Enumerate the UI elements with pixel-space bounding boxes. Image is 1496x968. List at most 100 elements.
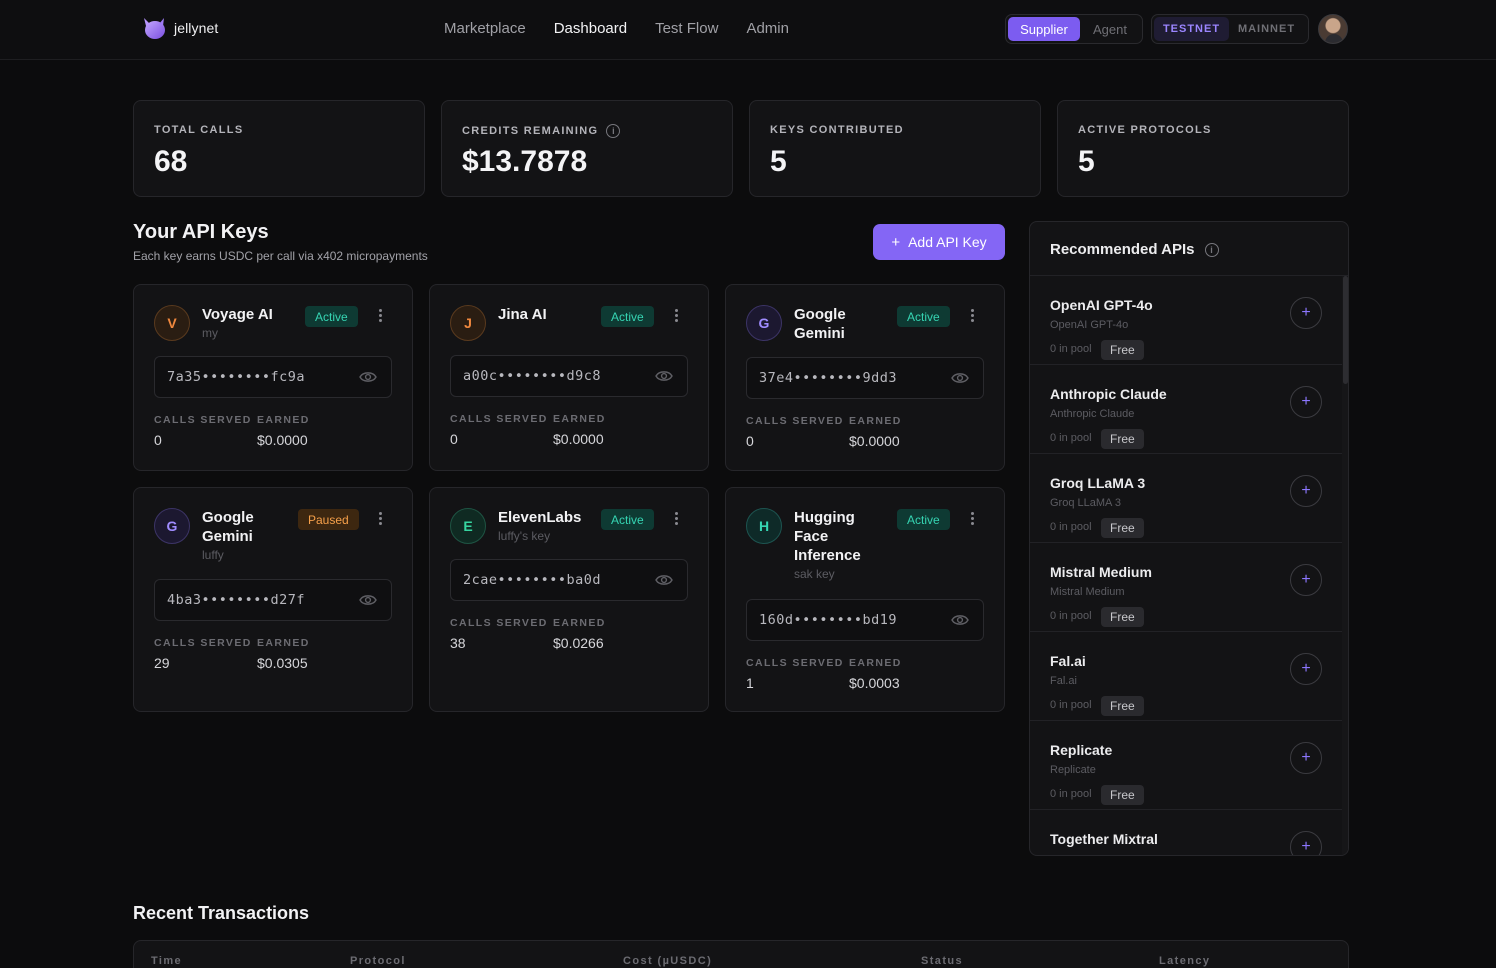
calls-served-label: CALLS SERVED — [746, 657, 844, 669]
price-badge: Free — [1101, 696, 1144, 716]
api-provider: Replicate — [1050, 764, 1096, 776]
role-supplier-button[interactable]: Supplier — [1008, 17, 1080, 41]
calls-served-label: CALLS SERVED — [154, 637, 252, 649]
section-title: Your API Keys — [133, 221, 269, 243]
add-plus-button[interactable]: + — [1290, 653, 1322, 685]
column-header[interactable]: Status — [921, 955, 963, 967]
pool-count: 0 in pool — [1050, 432, 1092, 444]
more-options-icon[interactable] — [966, 307, 978, 325]
earned-label: EARNED — [257, 637, 310, 649]
provider-avatar: H — [746, 508, 782, 544]
stat-card-total-calls: TOTAL CALLS 68 — [133, 100, 425, 197]
more-options-icon[interactable] — [374, 307, 386, 325]
plus-icon: + — [891, 233, 901, 251]
top-nav-bar: jellynet Marketplace Dashboard Test Flow… — [0, 0, 1496, 60]
nav-marketplace[interactable]: Marketplace — [444, 20, 526, 37]
api-name: Groq LLaMA 3 — [1050, 475, 1146, 491]
price-badge: Free — [1101, 429, 1144, 449]
network-testnet-button[interactable]: TESTNET — [1154, 17, 1229, 41]
earned-value: $0.0000 — [257, 432, 308, 448]
eye-icon[interactable] — [655, 573, 673, 587]
main-nav: Marketplace Dashboard Test Flow Admin — [444, 20, 817, 37]
scrollbar[interactable] — [1342, 276, 1348, 855]
calls-served-value: 0 — [154, 432, 162, 448]
add-plus-button[interactable]: + — [1290, 297, 1322, 329]
column-header[interactable]: Cost (µUSDC) — [623, 955, 712, 967]
provider-name: ElevenLabs — [498, 509, 582, 526]
status-badge: Active — [897, 306, 950, 327]
transactions-table: Time Protocol Cost (µUSDC) Status Latenc… — [133, 940, 1349, 968]
add-plus-button[interactable]: + — [1290, 386, 1322, 418]
list-item: Groq LLaMA 3 Groq LLaMA 3 0 in pool Free… — [1030, 454, 1342, 543]
price-badge: Free — [1101, 785, 1144, 805]
provider-name: Voyage AI — [202, 306, 273, 323]
calls-served-value: 0 — [746, 433, 754, 449]
calls-served-value: 1 — [746, 675, 754, 691]
eye-icon[interactable] — [951, 613, 969, 627]
brand-logo[interactable]: jellynet — [140, 14, 218, 42]
masked-key-field: 4ba3••••••••d27f — [154, 579, 392, 621]
section-subtitle: Each key earns USDC per call via x402 mi… — [133, 249, 428, 263]
nav-admin[interactable]: Admin — [746, 20, 789, 37]
key-note: sak key — [794, 567, 835, 581]
calls-served-label: CALLS SERVED — [746, 415, 844, 427]
masked-key: 7a35••••••••fc9a — [167, 369, 306, 385]
calls-served-value: 38 — [450, 635, 466, 651]
eye-icon[interactable] — [951, 371, 969, 385]
info-icon[interactable]: i — [1204, 242, 1219, 257]
api-name: OpenAI GPT-4o — [1050, 297, 1153, 313]
status-badge: Paused — [298, 509, 359, 530]
api-provider: Fal.ai — [1050, 675, 1077, 687]
nav-test-flow[interactable]: Test Flow — [655, 20, 718, 37]
api-name: Replicate — [1050, 742, 1113, 758]
more-options-icon[interactable] — [966, 510, 978, 528]
column-header[interactable]: Protocol — [350, 955, 406, 967]
status-badge: Active — [305, 306, 358, 327]
provider-avatar: E — [450, 508, 486, 544]
masked-key-field: 7a35••••••••fc9a — [154, 356, 392, 398]
list-item: Anthropic Claude Anthropic Claude 0 in p… — [1030, 365, 1342, 454]
network-mainnet-button[interactable]: MAINNET — [1229, 17, 1304, 41]
add-plus-button[interactable]: + — [1290, 831, 1322, 855]
info-icon[interactable]: i — [606, 124, 621, 138]
transactions-title: Recent Transactions — [133, 903, 310, 923]
column-header[interactable]: Latency — [1159, 955, 1210, 967]
earned-value: $0.0000 — [553, 431, 604, 447]
recommended-list: OpenAI GPT-4o OpenAI GPT-4o 0 in pool Fr… — [1030, 276, 1342, 855]
stat-value: 68 — [154, 145, 188, 178]
brand-name: jellynet — [174, 20, 219, 36]
scrollbar-thumb[interactable] — [1343, 276, 1348, 384]
provider-name: Hugging Face Inference — [794, 509, 861, 564]
api-provider: Anthropic Claude — [1050, 408, 1135, 420]
stat-value: $13.7878 — [462, 145, 588, 178]
key-note: my — [202, 326, 218, 340]
masked-key-field: a00c••••••••d9c8 — [450, 355, 688, 397]
more-options-icon[interactable] — [670, 510, 682, 528]
eye-icon[interactable] — [359, 370, 377, 384]
role-agent-button[interactable]: Agent — [1080, 17, 1140, 41]
user-avatar[interactable] — [1318, 14, 1348, 44]
eye-icon[interactable] — [359, 593, 377, 607]
api-key-card: J Jina AI Active a00c••••••••d9c8 CALLS … — [429, 284, 709, 471]
pool-count: 0 in pool — [1050, 343, 1092, 355]
more-options-icon[interactable] — [670, 307, 682, 325]
masked-key: a00c••••••••d9c8 — [463, 368, 602, 384]
list-item: Replicate Replicate 0 in pool Free + — [1030, 721, 1342, 810]
api-name: Fal.ai — [1050, 653, 1086, 669]
key-note: luffy's key — [498, 529, 551, 543]
provider-avatar: V — [154, 305, 190, 341]
add-plus-button[interactable]: + — [1290, 564, 1322, 596]
provider-name: Jina AI — [498, 306, 547, 323]
eye-icon[interactable] — [655, 369, 673, 383]
more-options-icon[interactable] — [374, 510, 386, 528]
add-api-key-button[interactable]: + Add API Key — [873, 224, 1005, 260]
earned-label: EARNED — [849, 657, 902, 669]
add-plus-button[interactable]: + — [1290, 742, 1322, 774]
column-header[interactable]: Time — [151, 955, 182, 967]
earned-label: EARNED — [849, 415, 902, 427]
add-plus-button[interactable]: + — [1290, 475, 1322, 507]
status-badge: Active — [897, 509, 950, 530]
network-toggle: TESTNET MAINNET — [1151, 14, 1309, 44]
nav-dashboard[interactable]: Dashboard — [554, 20, 627, 37]
masked-key: 2cae••••••••ba0d — [463, 572, 602, 588]
